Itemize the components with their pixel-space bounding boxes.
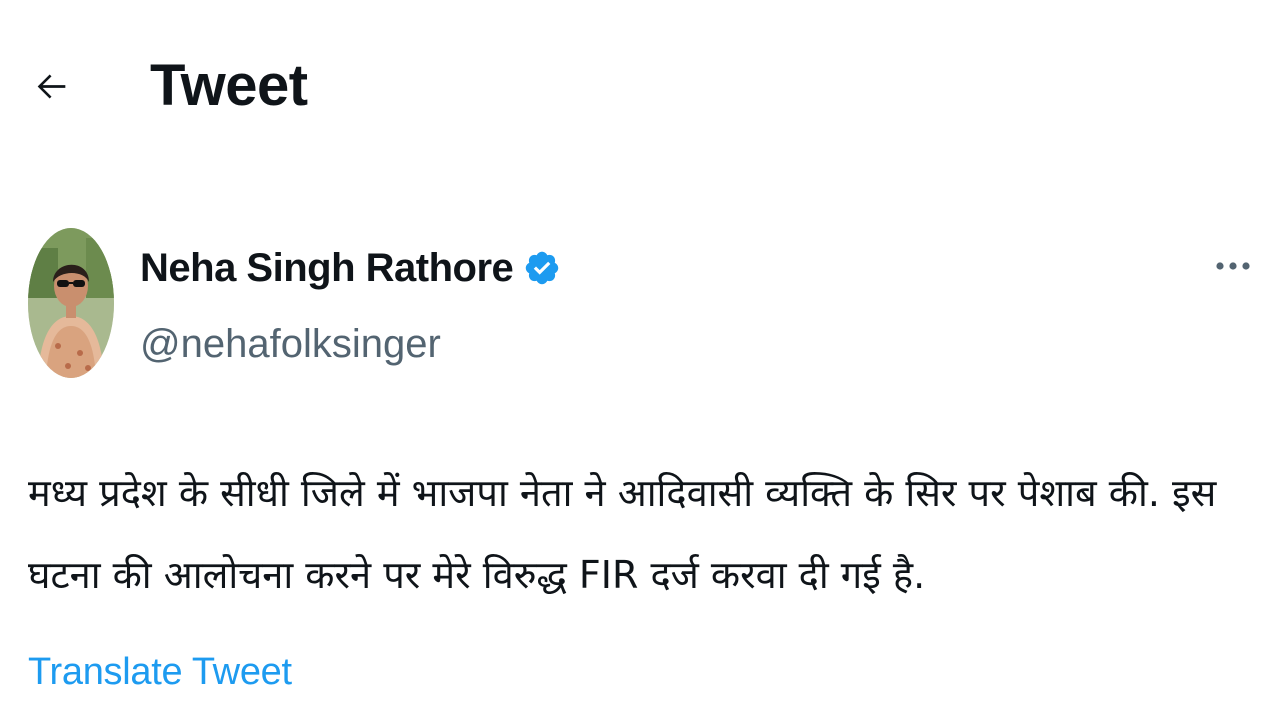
more-horizontal-icon [1216, 262, 1250, 270]
page-header: Tweet [0, 40, 1280, 140]
page-title: Tweet [150, 53, 308, 118]
author-name-text: Neha Singh Rathore [140, 246, 514, 290]
verified-badge-icon [526, 251, 559, 285]
back-button[interactable] [28, 62, 76, 110]
tweet-text: मध्य प्रदेश के सीधी जिले में भाजपा नेता … [28, 471, 1217, 597]
more-button[interactable] [1205, 244, 1261, 288]
translate-tweet-link[interactable]: Translate Tweet [28, 648, 292, 696]
author-handle[interactable]: @nehafolksinger [140, 318, 441, 370]
tweet-page: Tweet Neha Singh Rathore @nehafolksinger… [0, 0, 1280, 720]
avatar[interactable] [28, 228, 114, 378]
avatar-image [28, 228, 114, 378]
author-name[interactable]: Neha Singh Rathore [140, 242, 561, 294]
arrow-left-icon [37, 74, 66, 99]
